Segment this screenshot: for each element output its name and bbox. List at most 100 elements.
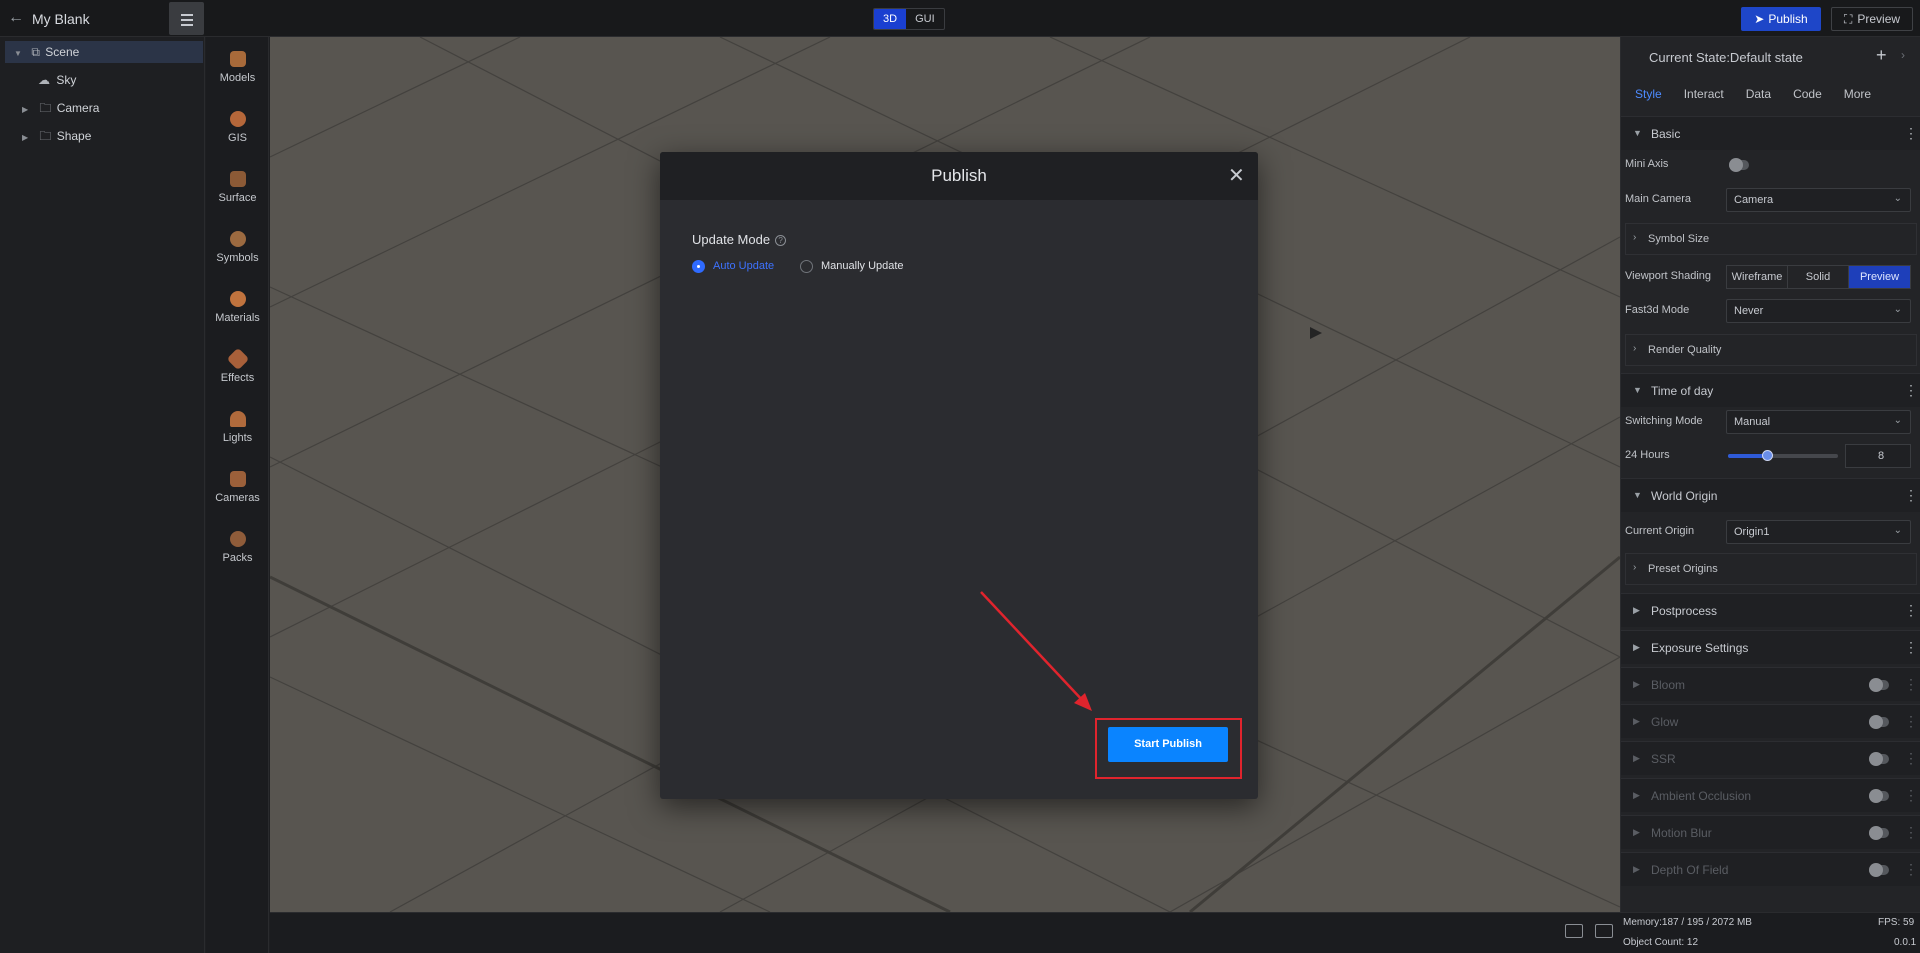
more-vertical-icon[interactable]: ⋮ (1904, 602, 1918, 619)
more-vertical-icon[interactable]: ⋮ (1904, 125, 1918, 142)
more-vertical-icon[interactable]: ⋮ (1904, 824, 1918, 841)
current-origin-select[interactable]: Origin1 ⌄ (1726, 520, 1911, 544)
tool-label: GIS (228, 132, 247, 144)
shading-wireframe[interactable]: Wireframe (1727, 266, 1788, 288)
tool-lights[interactable]: Lights (206, 399, 269, 459)
tree-item-sky[interactable]: ☁ Sky (38, 69, 198, 91)
tree-item-label: Camera (56, 101, 100, 115)
tool-packs[interactable]: Packs (206, 519, 269, 579)
select-value: Origin1 (1734, 526, 1770, 538)
tab-code[interactable]: Code (1789, 87, 1826, 109)
preview-label: Preview (1857, 12, 1901, 26)
menu-icon (181, 24, 193, 26)
send-icon: ➤ (1754, 12, 1765, 26)
shading-preview[interactable]: Preview (1849, 266, 1910, 288)
row-switching-mode: Switching Mode Manual ⌄ (1621, 407, 1920, 437)
symbol-size-group[interactable]: › Symbol Size (1625, 223, 1917, 255)
chevron-right-icon[interactable]: › (1901, 48, 1905, 62)
section-basic[interactable]: ▼ Basic ⋮ (1621, 116, 1920, 150)
more-vertical-icon[interactable]: ⋮ (1904, 487, 1918, 504)
tab-style[interactable]: Style (1631, 87, 1666, 109)
mini-axis-toggle[interactable] (1729, 158, 1749, 172)
mode-3d-button[interactable]: 3D (874, 9, 907, 29)
surface-icon (229, 171, 246, 187)
tool-surface[interactable]: Surface (206, 159, 269, 219)
more-vertical-icon[interactable]: ⋮ (1904, 713, 1918, 730)
folder-icon: 🗀 (39, 129, 52, 143)
preview-button[interactable]: ⛶ Preview (1831, 7, 1913, 31)
section-world-origin[interactable]: ▼ World Origin ⋮ (1621, 478, 1920, 512)
keyboard-icon[interactable] (1565, 924, 1583, 938)
more-vertical-icon[interactable]: ⋮ (1904, 676, 1918, 693)
caret-right-icon[interactable]: ▶ (22, 127, 32, 149)
section-ssr[interactable]: ▶ SSR ⋮ (1621, 741, 1920, 775)
ao-toggle[interactable] (1869, 789, 1889, 803)
tab-more[interactable]: More (1840, 87, 1875, 109)
preset-origins-group[interactable]: › Preset Origins (1625, 553, 1917, 585)
hours-slider-track[interactable] (1728, 450, 1838, 461)
section-postprocess[interactable]: ▶ Postprocess ⋮ (1621, 593, 1920, 627)
tool-effects[interactable]: Effects (206, 339, 269, 399)
fps-readout: FPS: 59 (1878, 917, 1915, 928)
more-vertical-icon[interactable]: ⋮ (1904, 750, 1918, 767)
row-main-camera: Main Camera Camera ⌄ (1621, 185, 1920, 215)
top-bar: ← My Blank 3D GUI ➤ Publish ⛶ Preview (0, 0, 1920, 37)
help-icon[interactable]: ? (775, 235, 787, 246)
publish-button[interactable]: ➤ Publish (1741, 7, 1821, 31)
back-arrow-icon[interactable]: ← (8, 10, 24, 26)
tool-models[interactable]: Models (206, 39, 269, 99)
section-depth-of-field[interactable]: ▶ Depth Of Field ⋮ (1621, 852, 1920, 886)
tool-label: Symbols (216, 252, 259, 264)
caret-right-icon: ▶ (1633, 827, 1640, 837)
section-glow[interactable]: ▶ Glow ⋮ (1621, 704, 1920, 738)
chevron-right-icon: › (1633, 562, 1637, 573)
section-title: Motion Blur (1651, 826, 1712, 840)
render-quality-group[interactable]: › Render Quality (1625, 334, 1917, 366)
hours-slider-thumb[interactable] (1761, 450, 1773, 461)
tree-item-shape[interactable]: ▶ 🗀 Shape (22, 125, 192, 147)
main-camera-select[interactable]: Camera ⌄ (1726, 188, 1911, 212)
section-bloom[interactable]: ▶ Bloom ⋮ (1621, 667, 1920, 701)
radio-label: Manually Update (821, 260, 904, 272)
tab-interact[interactable]: Interact (1680, 87, 1728, 109)
menu-button[interactable] (169, 2, 204, 35)
tree-item-scene[interactable]: ▼ ⧉ Scene (5, 41, 203, 63)
section-title: SSR (1651, 752, 1676, 766)
section-ambient-occlusion[interactable]: ▶ Ambient Occlusion ⋮ (1621, 778, 1920, 812)
hours-input[interactable]: 8 (1845, 444, 1911, 468)
row-fast3d: Fast3d Mode Never ⌄ (1621, 296, 1920, 326)
tool-symbols[interactable]: Symbols (206, 219, 269, 279)
ssr-toggle[interactable] (1869, 752, 1889, 766)
tool-gis[interactable]: GIS (206, 99, 269, 159)
tool-materials[interactable]: Materials (206, 279, 269, 339)
bloom-toggle[interactable] (1869, 678, 1889, 692)
caret-down-icon[interactable]: ▼ (14, 43, 24, 65)
section-time-of-day[interactable]: ▼ Time of day ⋮ (1621, 373, 1920, 407)
add-state-icon[interactable]: + (1876, 45, 1887, 66)
caret-right-icon[interactable]: ▶ (22, 99, 32, 121)
fast3d-select[interactable]: Never ⌄ (1726, 299, 1911, 323)
shading-solid[interactable]: Solid (1788, 266, 1849, 288)
more-vertical-icon[interactable]: ⋮ (1904, 787, 1918, 804)
tree-item-camera[interactable]: ▶ 🗀 Camera (22, 97, 192, 119)
mode-gui-button[interactable]: GUI (906, 9, 944, 29)
tool-cameras[interactable]: Cameras (206, 459, 269, 519)
motion-blur-toggle[interactable] (1869, 826, 1889, 840)
properties-panel: Current State:Default state + › Style In… (1620, 37, 1920, 912)
lamp-icon (229, 411, 246, 427)
section-exposure[interactable]: ▶ Exposure Settings ⋮ (1621, 630, 1920, 664)
terminal-icon[interactable] (1595, 924, 1613, 938)
dof-toggle[interactable] (1869, 863, 1889, 877)
section-motion-blur[interactable]: ▶ Motion Blur ⋮ (1621, 815, 1920, 849)
close-icon[interactable]: ✕ (1228, 163, 1245, 188)
scene-tree: ▼ ⧉ Scene ☁ Sky ▶ 🗀 Camera ▶ 🗀 Shape (0, 37, 205, 953)
tab-data[interactable]: Data (1742, 87, 1775, 109)
glow-toggle[interactable] (1869, 715, 1889, 729)
switching-mode-select[interactable]: Manual ⌄ (1726, 410, 1911, 434)
more-vertical-icon[interactable]: ⋮ (1904, 861, 1918, 878)
caret-right-icon: ▶ (1633, 679, 1640, 689)
section-title: Exposure Settings (1651, 641, 1749, 655)
more-vertical-icon[interactable]: ⋮ (1904, 639, 1918, 656)
group-title: Render Quality (1648, 344, 1722, 356)
more-vertical-icon[interactable]: ⋮ (1904, 382, 1918, 399)
